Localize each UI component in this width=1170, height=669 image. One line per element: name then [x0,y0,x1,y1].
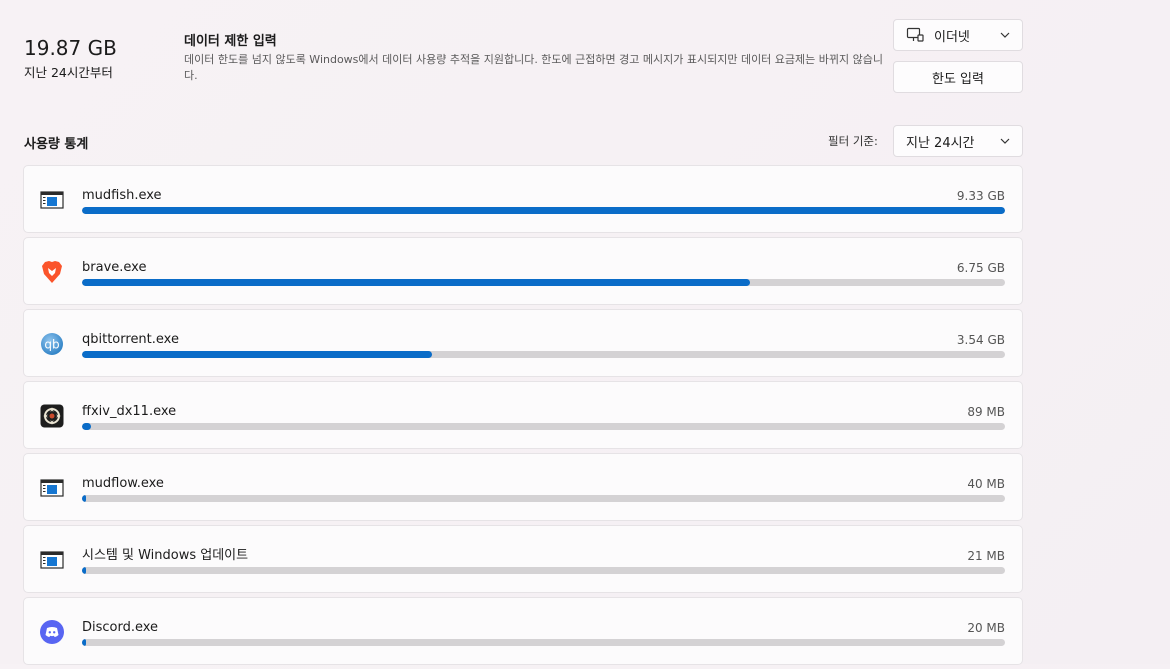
app-usage-amount: 9.33 GB [956,189,1005,203]
app-usage-amount: 21 MB [967,549,1005,563]
network-dropdown[interactable]: 이더넷 [893,19,1023,51]
brave-icon [40,260,64,284]
enter-limit-button[interactable]: 한도 입력 [893,61,1023,93]
app-usage-amount: 3.54 GB [956,333,1005,347]
total-usage: 19.87 GB 지난 24시간부터 [24,36,117,82]
app-name: Discord.exe [82,620,159,635]
app-usage-row[interactable]: Discord.exe 20 MB [23,597,1023,665]
usage-bar [82,495,1005,502]
generic-app-icon [40,188,64,212]
app-usage-row[interactable]: ffxiv_dx11.exe 89 MB [23,381,1023,449]
app-usage-row[interactable]: mudflow.exe 40 MB [23,453,1023,521]
usage-bar-fill [82,639,87,646]
app-name: brave.exe [82,260,147,275]
usage-bar [82,639,1005,646]
usage-bar [82,423,1005,430]
filter-dropdown-value: 지난 24시간 [906,135,975,151]
data-limit-info: 데이터 제한 입력 데이터 한도를 넘지 않도록 Windows에서 데이터 사… [184,33,884,84]
ethernet-icon [906,27,924,43]
discord-icon [40,620,64,644]
app-name: mudflow.exe [82,476,164,491]
data-limit-title: 데이터 제한 입력 [184,34,277,49]
app-name: qbittorrent.exe [82,332,179,347]
app-usage-row[interactable]: qb qbittorrent.exe 3.54 GB [23,309,1023,377]
chevron-down-icon [1000,136,1010,146]
app-usage-amount: 20 MB [967,621,1005,635]
qbittorrent-icon: qb [40,332,64,356]
filter-dropdown[interactable]: 지난 24시간 [893,125,1023,157]
app-usage-amount: 40 MB [967,477,1005,491]
usage-bar-fill [82,567,87,574]
app-name: 시스템 및 Windows 업데이트 [82,548,249,563]
generic-app-icon [40,476,64,500]
app-usage-list: mudfish.exe 9.33 GB brave.exe 6.75 GB qb… [23,165,1023,669]
ffxiv-icon [40,404,64,428]
usage-bar-fill [82,207,1005,214]
usage-bar-fill [82,279,750,286]
chevron-down-icon [1000,30,1010,40]
usage-bar [82,351,1005,358]
usage-bar [82,279,1005,286]
app-usage-amount: 89 MB [967,405,1005,419]
svg-text:qb: qb [44,338,59,352]
total-usage-value: 19.87 GB [24,36,117,60]
app-usage-row[interactable]: brave.exe 6.75 GB [23,237,1023,305]
usage-bar [82,567,1005,574]
app-usage-row[interactable]: mudfish.exe 9.33 GB [23,165,1023,233]
usage-stats-title: 사용량 통계 [24,137,89,152]
generic-app-icon [40,548,64,572]
app-usage-row[interactable]: 시스템 및 Windows 업데이트 21 MB [23,525,1023,593]
usage-bar-fill [82,351,433,358]
app-name: mudfish.exe [82,188,162,203]
usage-bar-fill [82,495,87,502]
network-dropdown-label: 이더넷 [934,29,970,45]
usage-bar [82,207,1005,214]
app-usage-amount: 6.75 GB [956,261,1005,275]
data-limit-description: 데이터 한도를 넘지 않도록 Windows에서 데이터 사용량 추적을 지원합… [184,53,883,82]
total-usage-period: 지난 24시간부터 [24,65,113,80]
filter-label: 필터 기준: [828,134,878,148]
app-name: ffxiv_dx11.exe [82,404,177,419]
usage-bar-fill [82,423,91,430]
